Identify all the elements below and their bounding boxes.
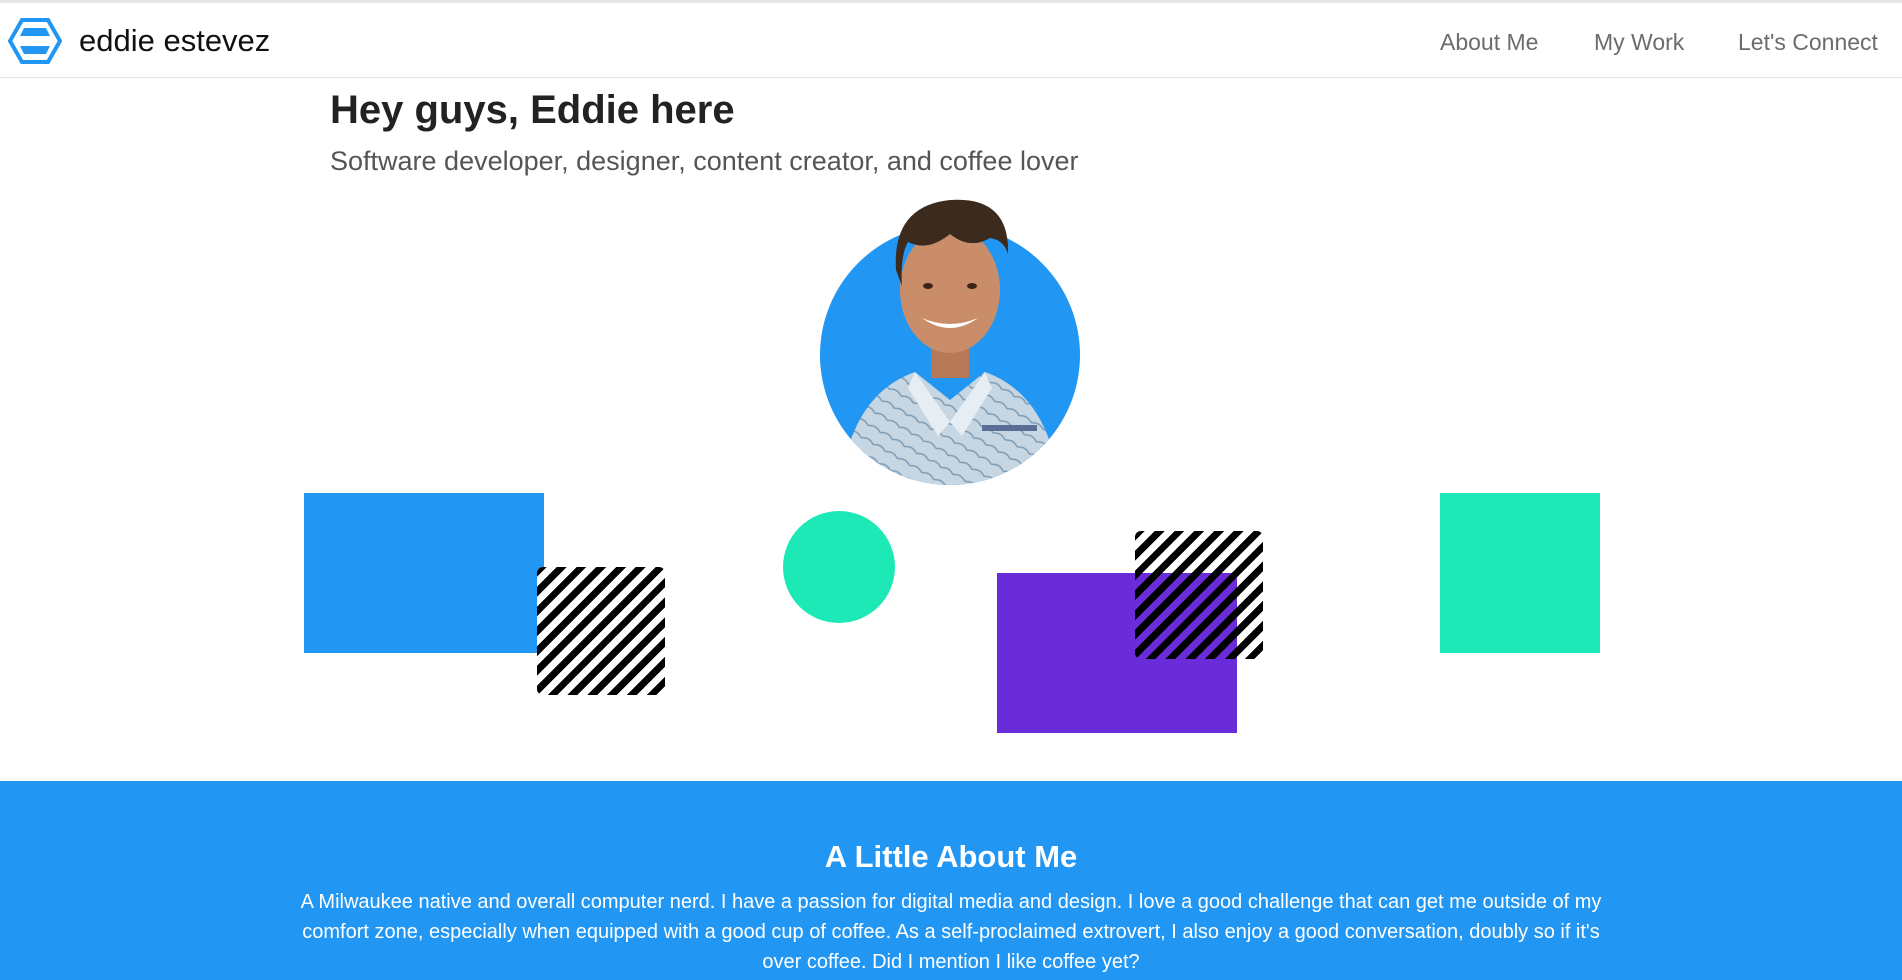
hero-title: Hey guys, Eddie here [330,88,735,132]
brand-link[interactable]: eddie estevez [8,17,270,65]
about-section: A Little About Me A Milwaukee native and… [0,781,1902,980]
decorative-striped-square-right [1135,531,1263,659]
nav-link-my-work[interactable]: My Work [1594,29,1684,56]
about-body: A Milwaukee native and overall computer … [300,891,1602,973]
profile-photo [810,190,1090,490]
nav-link-about-me[interactable]: About Me [1440,29,1538,56]
about-title: A Little About Me [824,839,1078,874]
hero-subtitle: Software developer, designer, content cr… [330,146,1079,176]
navbar: eddie estevez About Me My Work Let's Con… [0,3,1902,78]
decorative-teal-circle [783,511,895,623]
decorative-striped-square-left [537,567,665,695]
hexagon-logo-icon [8,17,62,65]
decorative-teal-square [1440,493,1600,653]
decorative-blue-rectangle [304,493,544,653]
nav-link-lets-connect[interactable]: Let's Connect [1738,29,1878,56]
brand-name: eddie estevez [79,23,271,58]
